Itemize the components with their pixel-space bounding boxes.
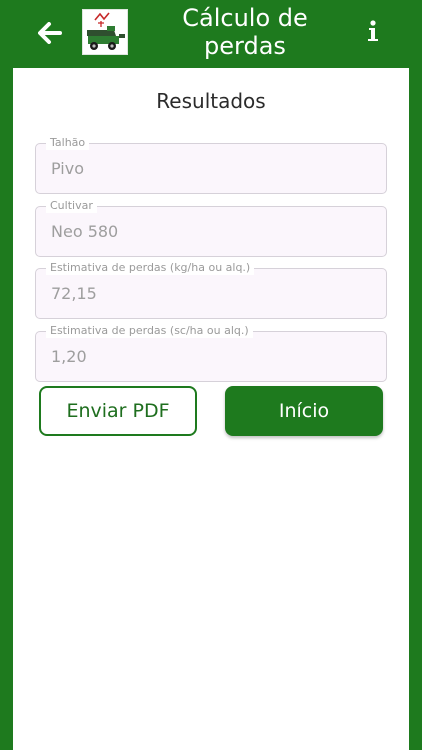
back-button[interactable] xyxy=(34,17,66,49)
arrow-left-icon xyxy=(38,22,62,44)
field-value: 72,15 xyxy=(51,284,97,303)
info-icon xyxy=(368,20,378,41)
results-heading: Resultados xyxy=(156,89,266,113)
app-title: Cálculo de perdas xyxy=(182,4,308,60)
app-logo xyxy=(82,9,128,55)
field-value: 1,20 xyxy=(51,347,87,366)
send-pdf-button[interactable]: Enviar PDF xyxy=(39,386,197,436)
field-label: Estimativa de perdas (kg/ha ou alq.) xyxy=(46,261,255,275)
field-label: Estimativa de perdas (sc/ha ou alq.) xyxy=(46,324,253,338)
field-talhao: Talhão Pivo xyxy=(35,136,387,194)
home-button[interactable]: Início xyxy=(225,386,383,436)
field-value: Pivo xyxy=(51,159,84,178)
harvester-logo-icon xyxy=(83,10,127,54)
info-button[interactable] xyxy=(356,14,390,48)
field-loss-kg: Estimativa de perdas (kg/ha ou alq.) 72,… xyxy=(35,261,387,319)
app-bar: Cálculo de perdas xyxy=(0,0,422,68)
field-value: Neo 580 xyxy=(51,222,119,241)
results-panel: Resultados Talhão Pivo Cultivar Neo 580 … xyxy=(13,68,409,750)
field-loss-sc: Estimativa de perdas (sc/ha ou alq.) 1,2… xyxy=(35,324,387,382)
field-label: Talhão xyxy=(46,136,90,150)
field-label: Cultivar xyxy=(46,199,97,213)
field-cultivar: Cultivar Neo 580 xyxy=(35,199,387,257)
